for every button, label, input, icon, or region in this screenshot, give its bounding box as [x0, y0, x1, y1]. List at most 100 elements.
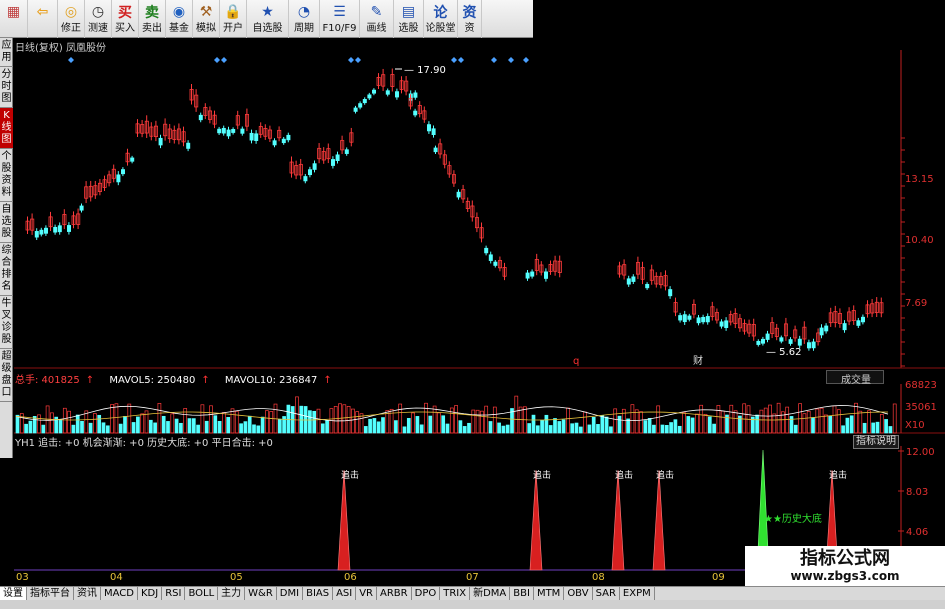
volume-bar	[867, 410, 871, 434]
toolbar-button-4[interactable]: 买买入	[112, 0, 139, 38]
candle-body	[307, 169, 312, 176]
volume-bar	[690, 417, 695, 434]
candle-body	[362, 99, 367, 104]
toolbar-button-5[interactable]: 卖卖出	[139, 0, 166, 38]
volume-bar	[325, 420, 329, 434]
signal-diamond-marker	[221, 57, 227, 63]
tab-17[interactable]: BBI	[510, 587, 534, 600]
candle-body	[525, 272, 530, 279]
volume-bar	[695, 413, 699, 434]
indicator-explain-button[interactable]: 指标说明	[853, 435, 899, 449]
volume-bar	[480, 410, 484, 434]
candle-body	[824, 325, 829, 332]
candle-body	[842, 323, 847, 331]
tab-10[interactable]: BIAS	[303, 587, 334, 600]
indicator-tick-label: 8.03	[906, 487, 928, 498]
volume-bar	[664, 425, 669, 434]
info-icon: 资	[462, 5, 477, 21]
sidebar-item-0[interactable]: 应用	[0, 38, 13, 67]
chase-signal-spike	[337, 469, 351, 571]
toolbar-button-11[interactable]: ☰ F10/F9	[320, 0, 360, 38]
tab-20[interactable]: SAR	[593, 587, 620, 600]
candle-body	[811, 341, 816, 349]
volume-bar	[209, 405, 213, 434]
tab-9[interactable]: DMI	[277, 587, 304, 600]
volume-indicator-dropdown[interactable]: 成交量	[826, 370, 884, 386]
toolbar-button-15[interactable]: 资资	[458, 0, 482, 38]
tab-2[interactable]: 资讯	[74, 587, 101, 600]
toolbar-button-8[interactable]: 🔒 开户	[220, 0, 247, 38]
volume-bar	[587, 424, 592, 434]
toolbar-icon-button-1[interactable]: ⇦	[28, 0, 58, 38]
volume-bar	[295, 396, 299, 434]
historic-bottom-label: ★★历史大底	[764, 512, 822, 525]
volume-bar	[703, 413, 708, 434]
sidebar-item-6[interactable]: 牛叉诊股	[0, 296, 13, 349]
tab-11[interactable]: ASI	[333, 587, 357, 600]
left-sidebar: 应用 分时图 K线图 个股资料 自选股 综合排名 牛叉诊股 超级盘口	[0, 38, 13, 458]
volume-bar	[578, 426, 583, 434]
volume-bar	[669, 422, 673, 434]
volume-bar	[381, 417, 385, 434]
tab-5[interactable]: RSI	[162, 587, 186, 600]
volume-bar	[755, 414, 759, 434]
sidebar-item-4[interactable]: 自选股	[0, 202, 13, 243]
toolbar-button-3[interactable]: ◷ 测速	[85, 0, 112, 38]
volume-bar	[153, 422, 157, 434]
toolbar-button-9[interactable]: ★ 自选股	[247, 0, 289, 38]
status-bar	[0, 600, 945, 609]
chat-icon: 论	[433, 5, 448, 21]
star-icon: ★	[261, 4, 274, 20]
sidebar-item-5[interactable]: 综合排名	[0, 243, 13, 296]
toolbar-button-14[interactable]: 论论股堂	[424, 0, 458, 38]
toolbar-icon-button-0[interactable]: ▦	[0, 0, 28, 38]
volume-bar	[643, 420, 648, 434]
tab-14[interactable]: DPO	[412, 587, 441, 600]
tab-21[interactable]: EXPM	[620, 587, 655, 600]
sidebar-item-1[interactable]: 分时图	[0, 67, 13, 108]
tab-6[interactable]: BOLL	[185, 587, 219, 600]
tab-13[interactable]: ARBR	[377, 587, 412, 600]
volume-bar	[686, 416, 691, 434]
toolbar-button-label: 基金	[169, 23, 189, 34]
volume-bar	[879, 413, 884, 434]
toolbar-button-6[interactable]: ◉ 基金	[166, 0, 193, 38]
volume-bar	[836, 409, 841, 434]
date-tick: 07	[466, 572, 479, 583]
tab-19[interactable]: OBV	[564, 587, 593, 600]
volume-bar	[682, 412, 686, 434]
volume-bar	[127, 403, 132, 434]
volume-bar	[609, 426, 613, 434]
tab-8[interactable]: W&R	[245, 587, 277, 600]
tab-3[interactable]: MACD	[101, 587, 138, 600]
volume-bar	[15, 414, 20, 434]
toolbar-button-label: 开户	[223, 23, 243, 34]
sidebar-item-7[interactable]: 超级盘口	[0, 349, 13, 402]
toolbar-button-2[interactable]: ◎ 修正	[58, 0, 85, 38]
tab-15[interactable]: TRIX	[440, 587, 471, 600]
candle-body	[484, 247, 489, 254]
tab-16[interactable]: 新DMA	[470, 587, 511, 600]
sidebar-item-3[interactable]: 个股资料	[0, 149, 13, 202]
tab-4[interactable]: KDJ	[138, 587, 163, 600]
toolbar-button-7[interactable]: ⚒ 模拟	[193, 0, 220, 38]
tab-18[interactable]: MTM	[534, 587, 565, 600]
toolbar-button-13[interactable]: ▤ 选股	[394, 0, 424, 38]
sidebar-item-2[interactable]: K线图	[0, 108, 13, 149]
volume-bar	[884, 419, 888, 434]
tab-12[interactable]: VR	[356, 587, 378, 600]
toolbar-button-12[interactable]: ✎ 画线	[360, 0, 394, 38]
volume-bar	[699, 404, 704, 434]
candle-body	[367, 94, 372, 99]
volume-bar	[497, 422, 501, 434]
volume-tick-label: X10	[905, 420, 925, 431]
tab-7[interactable]: 主力	[218, 587, 246, 600]
toolbar-button-10[interactable]: ◔ 周期	[289, 0, 320, 38]
volume-bar	[363, 426, 368, 434]
volume-bar	[892, 403, 897, 434]
tab-1[interactable]: 指标平台	[27, 587, 74, 600]
tab-0[interactable]: 设置	[0, 587, 27, 600]
volume-bar	[170, 413, 175, 434]
marker-cai: 财	[693, 354, 703, 367]
volume-bar	[346, 406, 351, 434]
